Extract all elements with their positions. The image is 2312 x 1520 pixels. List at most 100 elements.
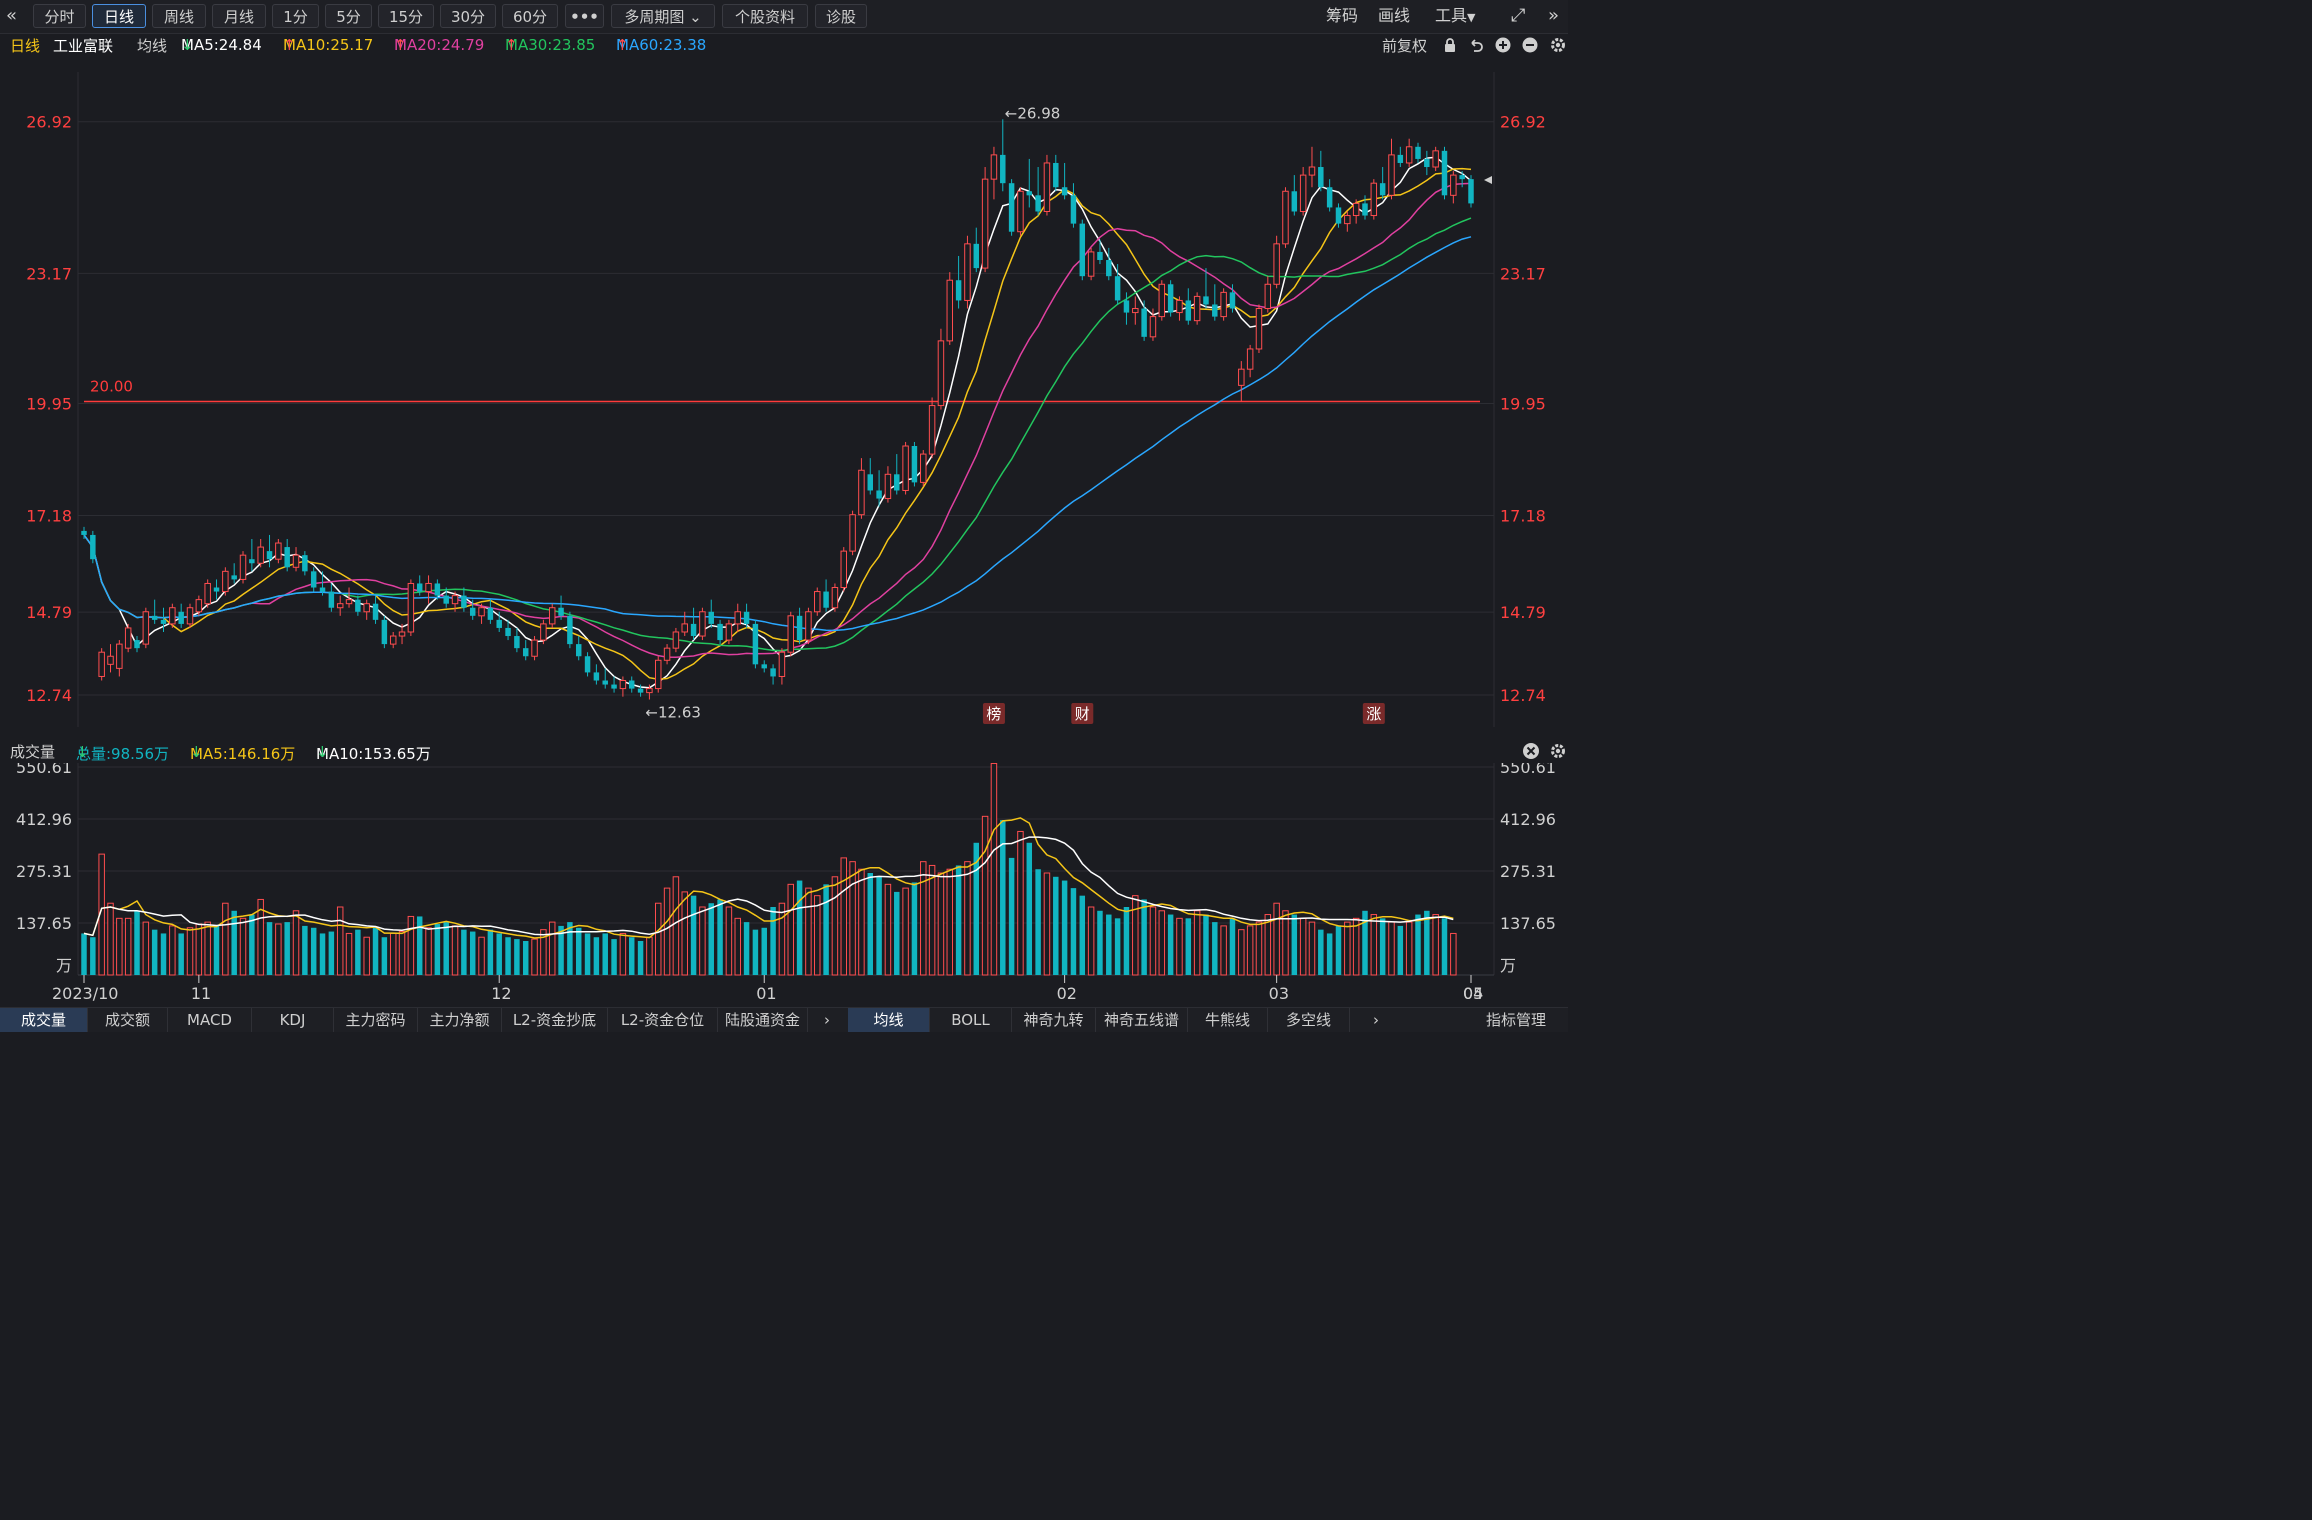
volume-title: 成交量 (10, 743, 56, 761)
volume-bar-up (407, 915, 415, 976)
candle-body-down (81, 530, 87, 535)
indicator-tab-6[interactable]: L2-资金抄底 (502, 1008, 608, 1032)
candle-body-up (1149, 316, 1157, 338)
volume-bar-up (169, 925, 176, 976)
ma-label[interactable]: 均线 (137, 35, 167, 56)
candlestick-chart[interactable]: 26.92 26.92 23.17 23.17 19.95 19.95 17.18 17.18… (0, 57, 1568, 729)
period-tab-5分[interactable]: 5分 (325, 4, 372, 28)
candle-body-down (1053, 162, 1059, 188)
zoom-in-icon[interactable] (1495, 37, 1511, 53)
tools-dropdown[interactable]: 工具▼ (1435, 4, 1475, 28)
period-tab-1分[interactable]: 1分 (272, 4, 319, 28)
chevron-right-icon[interactable]: › (1364, 1008, 1388, 1032)
candle-body-up (964, 243, 971, 301)
indicator-tabs: 成交量 成交额 MACD KDJ 主力密码 主力净额 L2-资金抄底 L2-资金仓位 陆股通资金… (0, 1007, 1568, 1032)
overlay-tab-3[interactable]: 神奇五线谱 (1096, 1008, 1188, 1032)
candle-body-down (1379, 183, 1386, 196)
diagnose-button[interactable]: 诊股 (815, 4, 867, 28)
period-tab-月线[interactable]: 月线 (212, 4, 266, 28)
volume-chart[interactable]: 550.61 550.61 412.96 412.96 275.31 275.31 137.… (0, 763, 1568, 1007)
stock-info-button[interactable]: 个股资料 (722, 4, 808, 28)
volume-bar-down (894, 891, 900, 975)
lock-icon[interactable] (1442, 37, 1458, 53)
candle-body-down (584, 656, 591, 673)
event-marker-label: 榜 (986, 705, 1001, 723)
overlay-tab-0[interactable]: 均线 (848, 1008, 930, 1032)
adjust-label[interactable]: 前复权 (1382, 35, 1427, 56)
multi-period-dropdown[interactable]: 多周期图 ⌄ (611, 4, 715, 28)
indicator-tab-7[interactable]: L2-资金仓位 (608, 1008, 718, 1032)
period-tab-周线[interactable]: 周线 (152, 4, 206, 28)
candle-body-up (1282, 190, 1289, 245)
expand-icon[interactable]: ⤢ (1511, 4, 1525, 28)
volume-bar-up (336, 906, 344, 976)
volume-bar-down (1114, 918, 1121, 975)
volume-bar-up (1388, 921, 1395, 976)
volume-bar-up (389, 932, 397, 976)
period-tab-30分[interactable]: 30分 (440, 4, 496, 28)
period-tab-60分[interactable]: 60分 (502, 4, 558, 28)
candle-body-up (646, 688, 653, 694)
candle-body-down (505, 627, 511, 637)
indicator-manage-button[interactable]: 指标管理 (1470, 1008, 1562, 1032)
period-tab-分时[interactable]: 分时 (33, 4, 86, 28)
candle-body-down (611, 684, 617, 689)
volume-bar-up (928, 864, 936, 976)
volume-bar-down (434, 924, 441, 975)
gear-icon[interactable] (1549, 36, 1567, 54)
volume-bar-down (1397, 925, 1404, 975)
close-icon[interactable] (1522, 742, 1540, 760)
volume-bar-down (461, 929, 467, 975)
gear-icon[interactable] (1549, 742, 1567, 760)
candle-body-down (575, 644, 582, 657)
period-tab-15分[interactable]: 15分 (378, 4, 434, 28)
double-chevron-left-icon[interactable]: « (6, 4, 17, 28)
candle-body-down (1335, 207, 1342, 224)
chevron-down-icon: ⌄ (689, 8, 702, 26)
volume-bar-up (548, 921, 556, 976)
volume-bar-down (1035, 869, 1041, 975)
overlay-tab-4[interactable]: 牛熊线 (1188, 1008, 1268, 1032)
indicator-tab-2[interactable]: MACD (168, 1008, 252, 1032)
volume-bar-up (858, 868, 865, 976)
candle-body-up (920, 453, 927, 483)
volume-bar-up (1282, 910, 1289, 976)
candle-body-up (1043, 162, 1051, 212)
low-price-annotation: ←12.63 (645, 704, 701, 722)
candle-body-up (849, 514, 856, 552)
vol-tick-right: 412.96 (1500, 810, 1556, 829)
double-chevron-right-icon[interactable]: » (1548, 4, 1559, 28)
volume-bar-up (124, 917, 132, 976)
draw-line-button[interactable]: 画线 (1378, 4, 1410, 28)
zoom-out-icon[interactable] (1522, 37, 1538, 53)
event-marker-label: 财 (1075, 705, 1090, 723)
volume-bar-down (231, 910, 237, 975)
candle-body-up (1132, 308, 1139, 314)
overlay-tab-5[interactable]: 多空线 (1268, 1008, 1350, 1032)
indicator-tab-1[interactable]: 成交额 (88, 1008, 168, 1032)
period-tab-日线[interactable]: 日线 (92, 4, 146, 28)
overlay-tab-1[interactable]: BOLL (930, 1008, 1012, 1032)
vol-unit-left: 万 (56, 956, 72, 975)
indicator-tab-0[interactable]: 成交量 (0, 1008, 88, 1032)
ma10-line (83, 167, 1472, 681)
volume-bar-up (663, 887, 671, 976)
chevron-right-icon[interactable]: › (813, 1008, 841, 1032)
chips-button[interactable]: 筹码 (1326, 4, 1358, 28)
volume-bar-up (1299, 917, 1307, 976)
volume-bar-up (1352, 917, 1360, 976)
candle-body-down (213, 587, 220, 592)
volume-bar-down (593, 937, 600, 975)
indicator-tab-4[interactable]: 主力密码 (334, 1008, 418, 1032)
candle-body-up (1273, 243, 1280, 285)
overlay-tab-2[interactable]: 神奇九转 (1012, 1008, 1096, 1032)
indicator-tab-5[interactable]: 主力净额 (418, 1008, 502, 1032)
undo-icon[interactable] (1468, 37, 1484, 53)
candle-body-up (107, 655, 114, 665)
more-periods-button[interactable]: ••• (565, 4, 604, 28)
indicator-tab-3[interactable]: KDJ (252, 1008, 334, 1032)
candle-body-down (1397, 154, 1404, 163)
volume-bar-up (107, 902, 114, 976)
indicator-tab-8[interactable]: 陆股通资金 (718, 1008, 808, 1032)
candle-body-down (522, 648, 529, 657)
